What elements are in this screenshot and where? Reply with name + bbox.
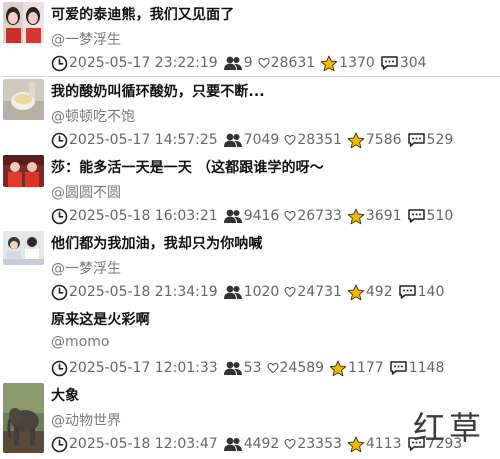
publish-date: 2025-05-17 23:22:19 [69, 55, 218, 71]
author-name[interactable]: @一梦浮生 [51, 29, 121, 49]
publish-date: 2025-05-17 12:01:33 [69, 360, 218, 376]
star-icon [347, 436, 365, 453]
users-icon [223, 284, 243, 300]
publish-date: 2025-05-18 16:03:21 [69, 208, 218, 224]
author-name[interactable]: @动物世界 [51, 410, 121, 430]
users-icon [223, 132, 243, 148]
clock-icon [51, 55, 68, 72]
star-icon [329, 360, 347, 377]
video-title[interactable]: 他们都为我加油，我却只为你呐喊 [51, 233, 263, 253]
list-item[interactable]: 他们都为我加油，我却只为你呐喊 @一梦浮生 2025-05-18 21:34:1… [0, 229, 500, 306]
comment-count: 7049 [243, 132, 280, 148]
comment-count: 1020 [243, 284, 280, 300]
comment-count: 4492 [243, 436, 280, 452]
star-icon [320, 55, 338, 72]
chat-bubble-icon [407, 208, 426, 224]
heart-icon [284, 134, 296, 146]
author-name[interactable]: @momo [51, 334, 109, 350]
author-name[interactable]: @一梦浮生 [51, 258, 121, 278]
users-icon [223, 55, 243, 71]
share-count: 510 [426, 208, 454, 224]
comment-count: 9416 [243, 208, 280, 224]
chat-bubble-icon [380, 55, 399, 71]
video-stats: 2025-05-18 12:03:47 4492 23353 4113 7293 [51, 435, 467, 453]
heart-icon [284, 286, 296, 298]
video-stats: 2025-05-17 12:01:33 53 24589 1177 1148 [51, 359, 449, 377]
thumbnail-image[interactable] [3, 79, 44, 120]
video-stats: 2025-05-17 14:57:25 7049 28351 7586 529 [51, 131, 458, 149]
like-count: 28631 [270, 55, 316, 71]
clock-icon [51, 360, 68, 377]
favorite-count: 1177 [348, 360, 384, 376]
video-title[interactable]: 莎：能多活一天是一天 （这都跟谁学的呀～ [51, 157, 324, 177]
author-name[interactable]: @顿顿吃不饱 [51, 106, 135, 126]
watermark-text: 红草 [413, 409, 486, 447]
star-icon [347, 132, 365, 149]
favorite-count: 3691 [365, 208, 402, 224]
favorite-count: 4113 [365, 436, 402, 452]
clock-icon [51, 132, 68, 149]
author-name[interactable]: @圆圆不圆 [51, 182, 121, 202]
video-title[interactable]: 我的酸奶叫循环酸奶，只要不断... [51, 81, 265, 101]
star-icon [347, 284, 365, 301]
users-icon [223, 208, 243, 224]
publish-date: 2025-05-17 14:57:25 [69, 132, 218, 148]
like-count: 23353 [297, 436, 342, 452]
publish-date: 2025-05-18 12:03:47 [69, 436, 218, 452]
share-count: 529 [426, 132, 454, 148]
video-stats: 2025-05-18 16:03:21 9416 26733 3691 510 [51, 207, 458, 225]
heart-icon [266, 362, 279, 374]
favorite-count: 7586 [365, 132, 402, 148]
thumbnail-image[interactable] [3, 383, 44, 453]
like-count: 24731 [297, 284, 342, 300]
star-icon [347, 208, 365, 225]
video-title[interactable]: 大象 [51, 385, 79, 405]
share-count: 140 [417, 284, 445, 300]
favorite-count: 1370 [339, 55, 375, 71]
chat-bubble-icon [398, 284, 417, 300]
users-icon [223, 436, 243, 452]
list-item[interactable]: 我的酸奶叫循环酸奶，只要不断... @顿顿吃不饱 2025-05-17 14:5… [0, 77, 500, 154]
like-count: 24589 [279, 360, 325, 376]
heart-icon [284, 210, 296, 222]
publish-date: 2025-05-18 21:34:19 [69, 284, 218, 300]
like-count: 28351 [297, 132, 342, 148]
list-item[interactable]: 可爱的泰迪熊，我们又见面了 @一梦浮生 2025-05-17 23:22:19 … [0, 0, 500, 77]
video-stats: 2025-05-17 23:22:19 9 28631 1370 304 [51, 54, 432, 72]
clock-icon [51, 284, 68, 301]
list-item[interactable]: 原来这是火彩啊 @momo 2025-05-17 12:01:33 53 245… [0, 305, 500, 382]
thumbnail-image[interactable] [3, 2, 44, 43]
video-title[interactable]: 原来这是火彩啊 [51, 309, 150, 329]
video-list: 可爱的泰迪熊，我们又见面了 @一梦浮生 2025-05-17 23:22:19 … [0, 0, 500, 459]
heart-icon [284, 438, 296, 450]
users-icon [223, 360, 243, 376]
clock-icon [51, 208, 68, 225]
thumbnail-image[interactable] [3, 231, 44, 265]
comment-count: 9 [243, 55, 253, 71]
like-count: 26733 [297, 208, 342, 224]
video-title[interactable]: 可爱的泰迪熊，我们又见面了 [51, 4, 234, 24]
share-count: 304 [399, 55, 427, 71]
share-count: 1148 [408, 360, 445, 376]
list-item[interactable]: 莎：能多活一天是一天 （这都跟谁学的呀～ @圆圆不圆 2025-05-18 16… [0, 153, 500, 230]
video-stats: 2025-05-18 21:34:19 1020 24731 492 140 [51, 283, 449, 301]
heart-icon [258, 57, 270, 69]
comment-count: 53 [243, 360, 262, 376]
clock-icon [51, 436, 68, 453]
favorite-count: 492 [365, 284, 393, 300]
thumbnail-image[interactable] [3, 155, 44, 187]
chat-bubble-icon [407, 132, 426, 148]
chat-bubble-icon [389, 360, 408, 376]
